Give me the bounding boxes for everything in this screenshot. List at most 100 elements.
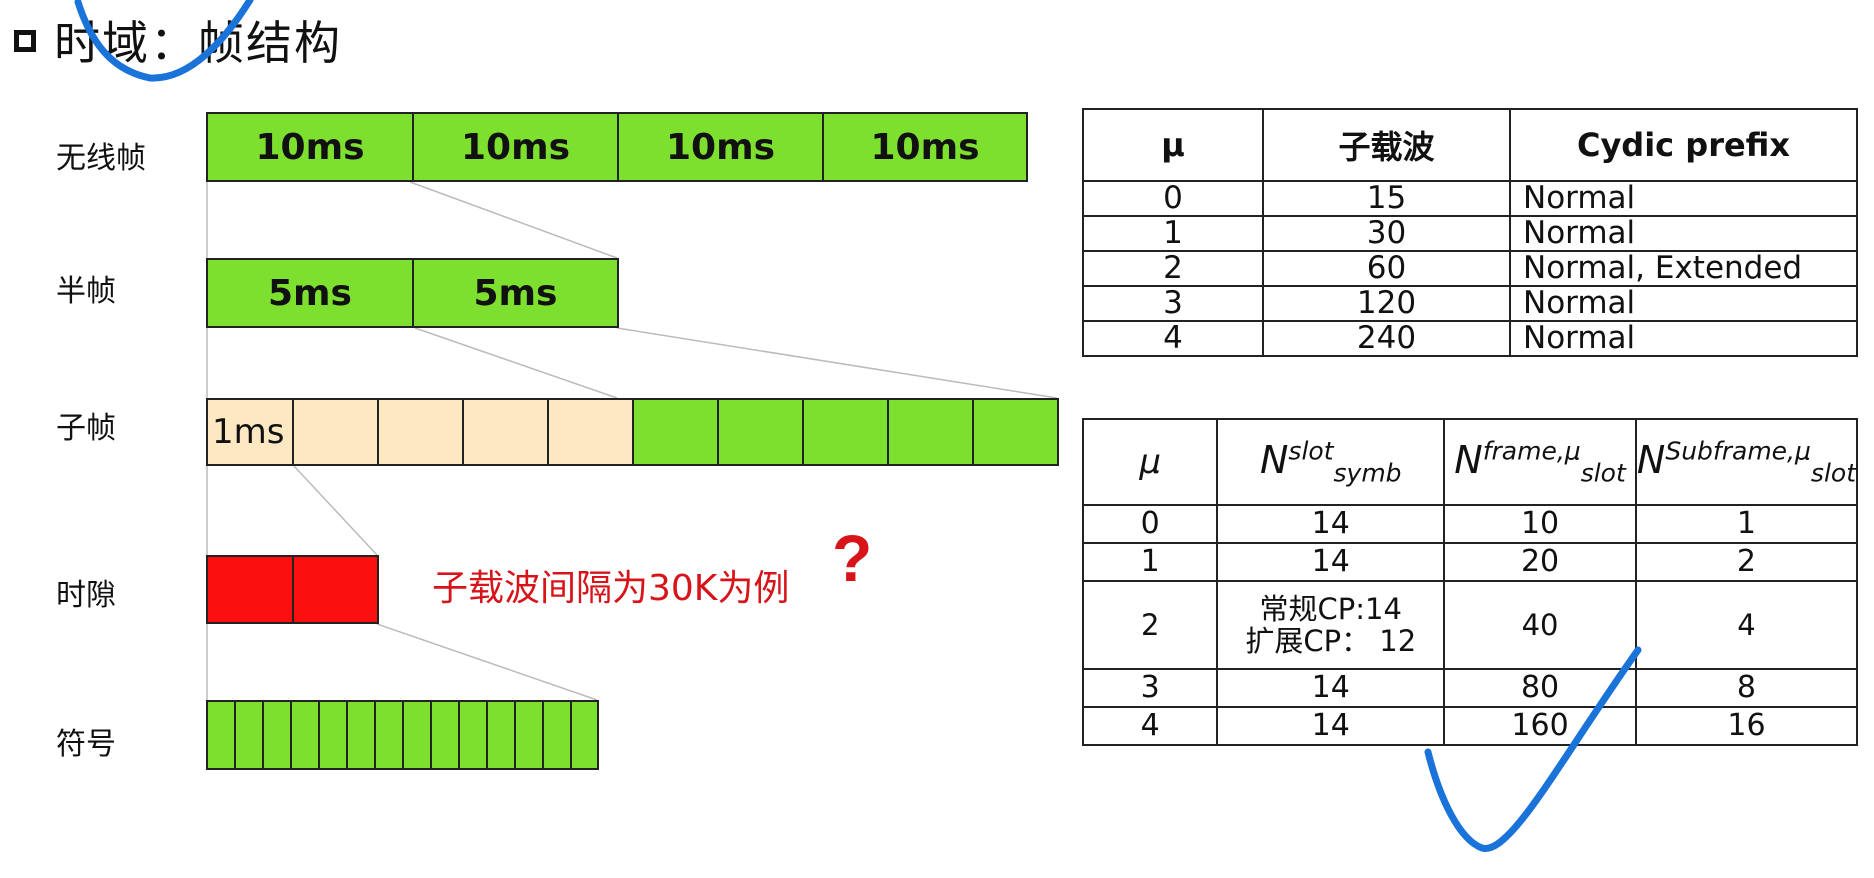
table-header-cell: μ [1081, 418, 1219, 506]
subframe-cell [379, 400, 464, 464]
table-header-cell: Nslotsymb [1216, 418, 1446, 506]
table-cell: 3 [1081, 668, 1219, 708]
table-cell: 16 [1634, 706, 1859, 746]
symbol-cell [488, 702, 516, 768]
table-header-row: μ 子载波 Cydic prefix [1082, 108, 1858, 182]
table-cell: 1 [1082, 215, 1264, 252]
table-header-cell: μ [1082, 108, 1264, 182]
n-slot-frame-symbol: Nframe,μslot [1454, 436, 1626, 488]
radio-frame-bar: 10ms 10ms 10ms 10ms [206, 112, 1028, 182]
symbol-cell [208, 702, 236, 768]
table-cell: 80 [1443, 668, 1637, 708]
question-mark: ? [832, 521, 873, 595]
radio-frame-cell: 10ms [414, 114, 619, 180]
table-cell: 0 [1082, 180, 1264, 217]
table-row: 0 14 10 1 [1081, 504, 1859, 544]
table-cell: 0 [1081, 504, 1219, 544]
symbol-bar [206, 700, 599, 770]
n-slot-subframe-symbol: NSubframe,μslot [1636, 436, 1856, 488]
table-cell: 4 [1634, 580, 1859, 670]
table-cell: 2 [1082, 250, 1264, 287]
table-row: 3 14 80 8 [1081, 668, 1859, 708]
symbol-cell [264, 702, 292, 768]
table-cell: 4 [1082, 320, 1264, 357]
numerology-table: μ 子载波 Cydic prefix 0 15 Normal 1 30 Norm… [1082, 108, 1858, 357]
symbol-cell [348, 702, 376, 768]
table-row: 4 14 160 16 [1081, 706, 1859, 746]
table-cell: 14 [1216, 504, 1446, 544]
table-cell: 160 [1443, 706, 1637, 746]
table-header-cell: Nframe,μslot [1443, 418, 1637, 506]
slot-cell [208, 557, 294, 622]
table-cell: 2 [1081, 580, 1219, 670]
example-note: 子载波间隔为30K为例 [432, 568, 790, 609]
table-row: 1 30 Normal [1082, 215, 1858, 252]
table-row: 1 14 20 2 [1081, 542, 1859, 582]
subframe-cell [974, 400, 1057, 464]
subframe-cell [719, 400, 804, 464]
table-cell: 10 [1443, 504, 1637, 544]
table-header-cell: Cydic prefix [1509, 108, 1858, 182]
table-cell: 15 [1262, 180, 1511, 217]
radio-frame-cell: 10ms [208, 114, 414, 180]
table-cell: Normal [1509, 285, 1858, 322]
symbol-cell [292, 702, 320, 768]
slot-symbol-table: μ Nslotsymb Nframe,μslot NSubframe,μslot… [1081, 418, 1859, 746]
subframe-cell [889, 400, 974, 464]
table-row: 2 60 Normal, Extended [1082, 250, 1858, 287]
subframe-cell [634, 400, 719, 464]
radio-frame-cell: 10ms [619, 114, 824, 180]
table-row: 0 15 Normal [1082, 180, 1858, 217]
table-cell: 1 [1634, 504, 1859, 544]
table-cell: 60 [1262, 250, 1511, 287]
subframe-cell [804, 400, 889, 464]
symbol-cell [404, 702, 432, 768]
symbol-cell [376, 702, 404, 768]
table-cell: 40 [1443, 580, 1637, 670]
table-cell-line: 常规CP:14 [1259, 592, 1402, 626]
table-cell: Normal [1509, 215, 1858, 252]
table-cell: 14 [1216, 706, 1446, 746]
table-row: 4 240 Normal [1082, 320, 1858, 357]
table-cell: 30 [1262, 215, 1511, 252]
table-cell: Normal, Extended [1509, 250, 1858, 287]
table-cell: Normal [1509, 180, 1858, 217]
table-row: 2 常规CP:14 扩展CP： 12 40 4 [1081, 580, 1859, 670]
slot-cell [294, 557, 377, 622]
table-cell-line: 扩展CP： 12 [1245, 624, 1417, 658]
n-symb-slot-symbol: Nslotsymb [1259, 436, 1402, 488]
table-cell: 8 [1634, 668, 1859, 708]
symbol-cell [432, 702, 460, 768]
table-cell: 2 [1634, 542, 1859, 582]
slot-bar [206, 555, 379, 624]
table-row: 3 120 Normal [1082, 285, 1858, 322]
subframe-cell [294, 400, 379, 464]
half-frame-cell: 5ms [208, 260, 414, 326]
symbol-cell [572, 702, 597, 768]
table-cell: 14 [1216, 542, 1446, 582]
symbol-cell [516, 702, 544, 768]
table-cell: 120 [1262, 285, 1511, 322]
table-header-row: μ Nslotsymb Nframe,μslot NSubframe,μslot [1081, 418, 1859, 506]
table-cell: Normal [1509, 320, 1858, 357]
table-cell: 240 [1262, 320, 1511, 357]
subframe-cell [549, 400, 634, 464]
table-cell: 20 [1443, 542, 1637, 582]
symbol-cell [236, 702, 264, 768]
half-frame-cell: 5ms [414, 260, 617, 326]
radio-frame-cell: 10ms [824, 114, 1026, 180]
symbol-cell [544, 702, 572, 768]
table-cell: 14 [1216, 668, 1446, 708]
table-header-cell: NSubframe,μslot [1634, 418, 1859, 506]
subframe-cell: 1ms [208, 400, 294, 464]
table-header-cell: 子载波 [1262, 108, 1511, 182]
table-cell: 1 [1081, 542, 1219, 582]
subframe-bar: 1ms [206, 398, 1059, 466]
table-cell: 4 [1081, 706, 1219, 746]
symbol-cell [320, 702, 348, 768]
table-cell: 常规CP:14 扩展CP： 12 [1216, 580, 1446, 670]
half-frame-bar: 5ms 5ms [206, 258, 619, 328]
table-cell: 3 [1082, 285, 1264, 322]
symbol-cell [460, 702, 488, 768]
subframe-cell [464, 400, 549, 464]
